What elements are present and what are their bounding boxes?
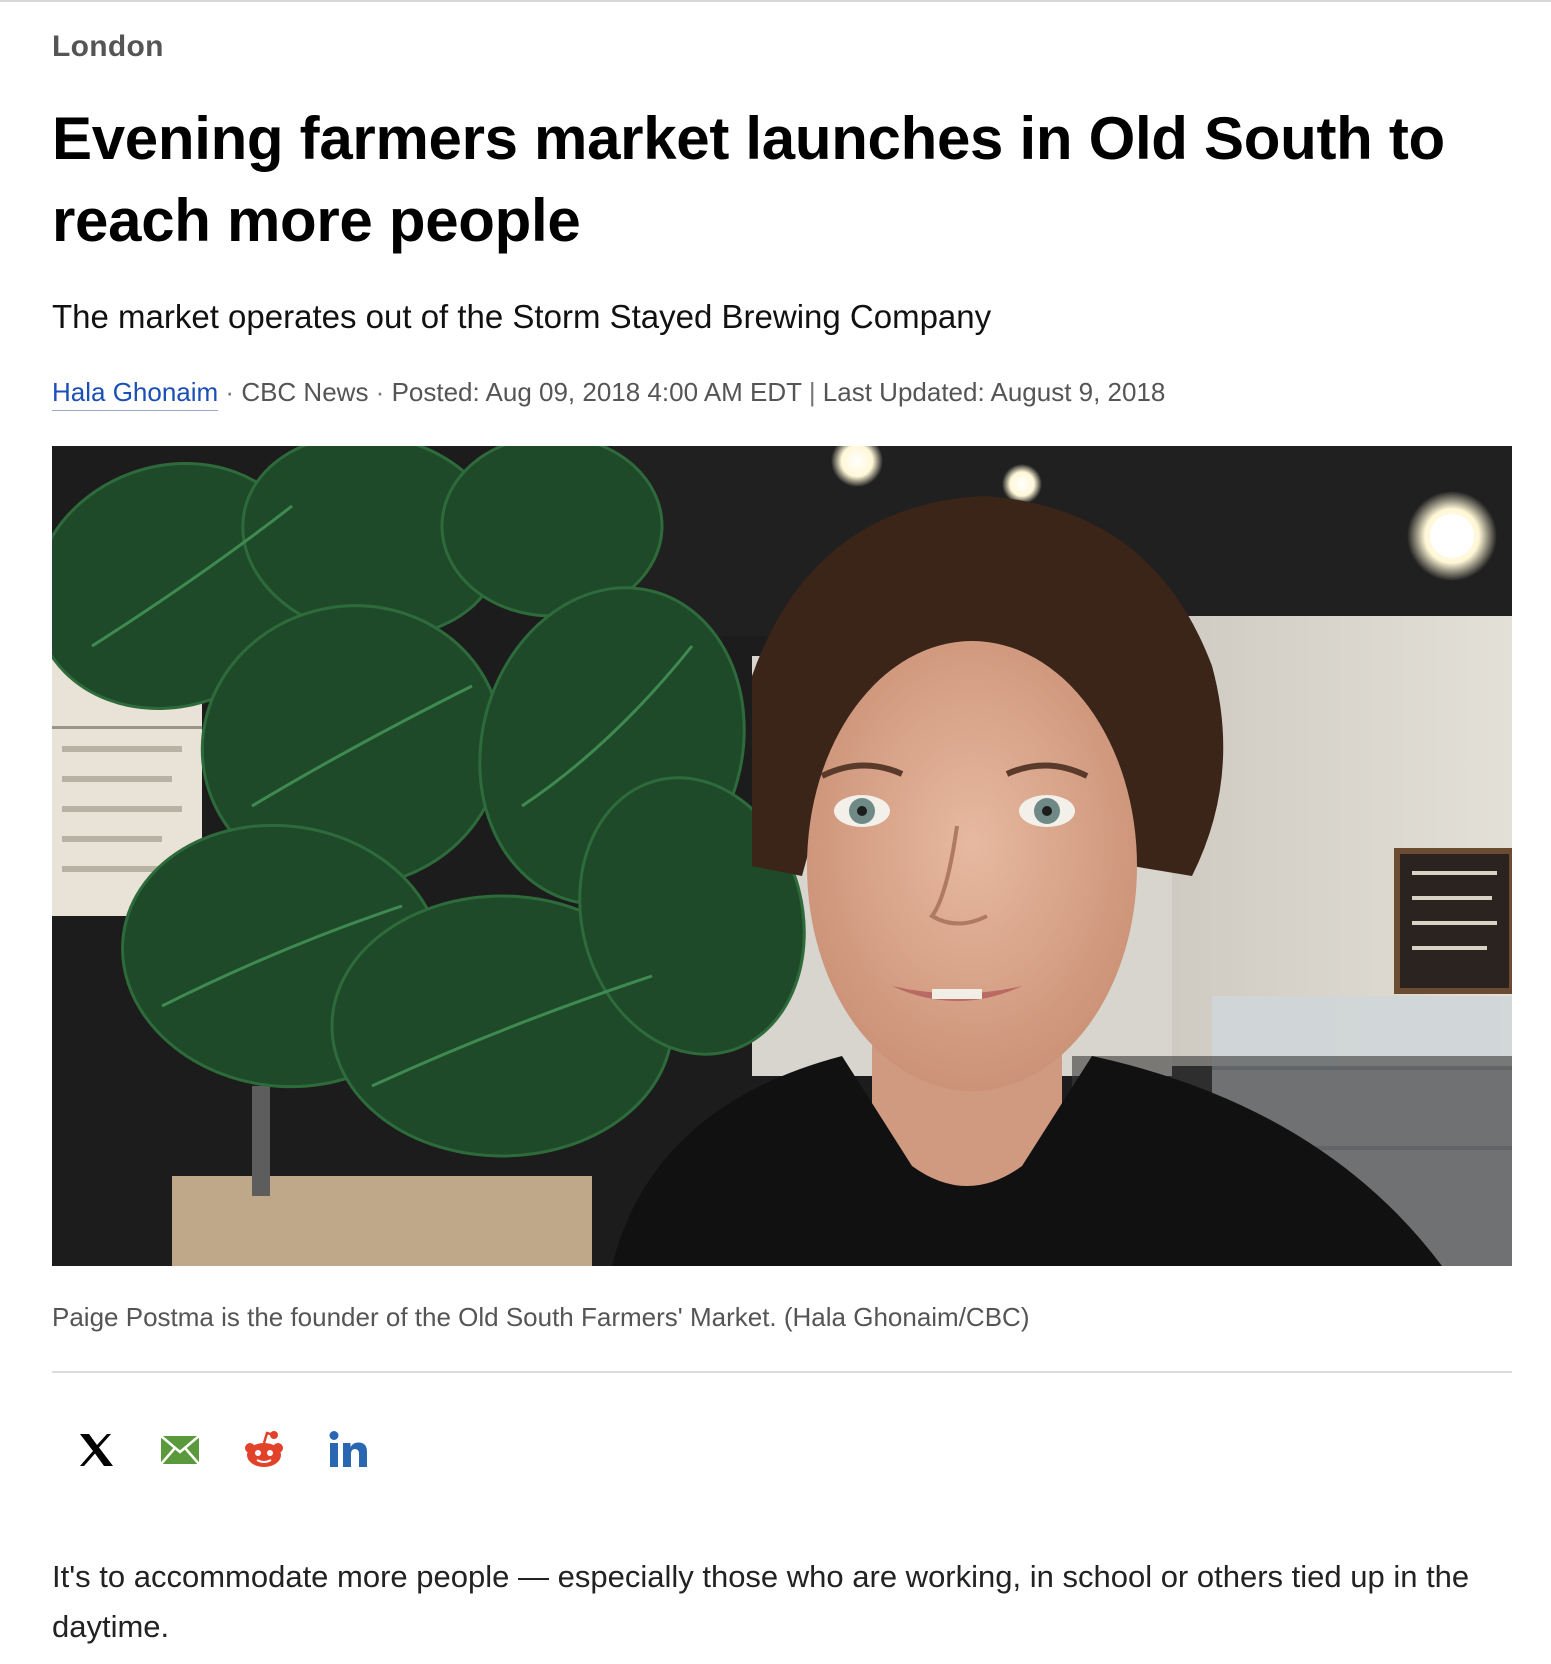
reddit-icon [245,1431,283,1467]
article-paragraph: It's to accommodate more people — especi… [52,1559,1470,1644]
top-divider [0,0,1551,2]
lead-photo[interactable] [52,446,1512,1266]
page-title: Evening farmers market launches in Old S… [52,105,1445,254]
share-bar [72,1420,372,1480]
share-x-button[interactable] [72,1426,120,1474]
section-label[interactable]: London [52,30,164,64]
divider [52,1371,1512,1373]
photo-caption: Paige Postma is the founder of the Old S… [52,1302,1030,1332]
linkedin-icon [329,1431,367,1467]
share-reddit-button[interactable] [240,1426,288,1474]
author-link[interactable]: Hala Ghonaim [52,377,219,411]
x-icon [80,1434,113,1466]
email-icon [160,1435,200,1465]
byline-separator: | [801,377,823,407]
share-linkedin-button[interactable] [324,1426,372,1474]
lead-photo-image [52,446,1512,1266]
byline-separator: · [218,377,242,407]
article-deck: The market operates out of the Storm Sta… [52,298,992,335]
byline: Hala Ghonaim · CBC News · Posted: Aug 09… [52,374,1512,411]
byline-separator: · [368,377,392,407]
byline-outlet: CBC News [241,377,369,407]
byline-posted: Posted: Aug 09, 2018 4:00 AM EDT [391,377,802,407]
byline-updated: Last Updated: August 9, 2018 [822,377,1166,407]
share-email-button[interactable] [156,1426,204,1474]
